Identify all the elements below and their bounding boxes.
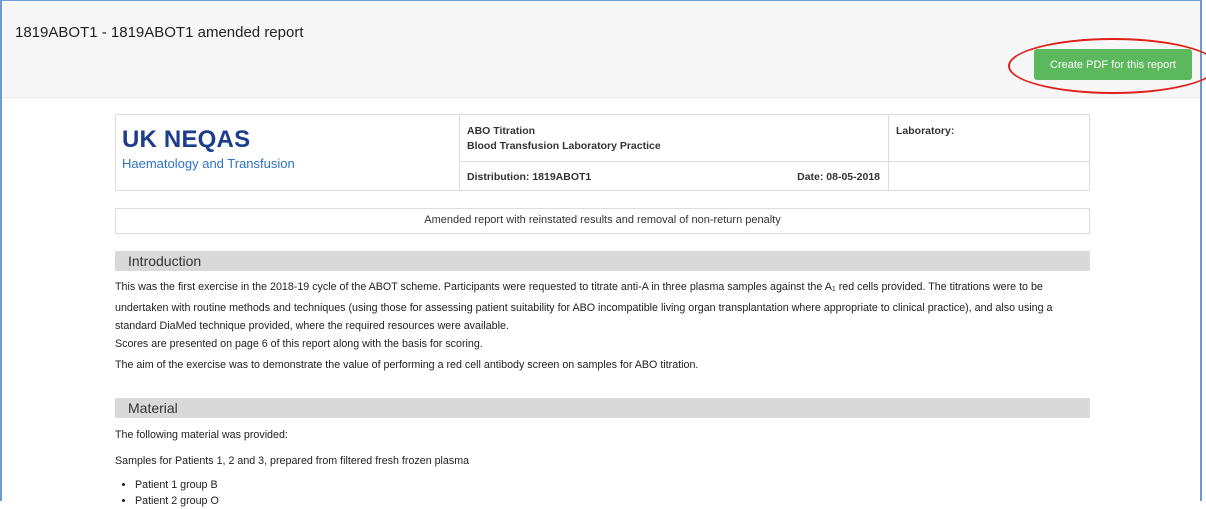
report-header-table: UK NEQAS Haematology and Transfusion ABO… (115, 114, 1090, 191)
section-heading-material: Material (115, 398, 1090, 418)
distribution-label: Distribution: 1819ABOT1 (467, 171, 592, 183)
scheme-cell: ABO Titration Blood Transfusion Laborato… (459, 115, 889, 190)
logo-subtitle: Haematology and Transfusion (122, 156, 295, 171)
list-item: Patient 2 group O (135, 493, 219, 509)
laboratory-cell: Laboratory: (889, 115, 1089, 190)
intro-paragraph: This was the first exercise in the 2018-… (115, 281, 1053, 350)
material-samples: Samples for Patients 1, 2 and 3, prepare… (115, 455, 470, 467)
page-title: 1819ABOT1 - 1819ABOT1 amended report (15, 24, 304, 41)
list-item: Patient 1 group B (135, 477, 219, 493)
create-pdf-button[interactable]: Create PDF for this report (1034, 49, 1192, 80)
aim-paragraph: The aim of the exercise was to demonstra… (115, 359, 699, 371)
section-heading-introduction: Introduction (115, 251, 1090, 271)
amend-notice: Amended report with reinstated results a… (115, 208, 1090, 234)
report-date: Date: 08-05-2018 (797, 171, 880, 183)
scheme-category: Blood Transfusion Laboratory Practice (467, 140, 661, 152)
report-toolbar: 1819ABOT1 - 1819ABOT1 amended report (2, 1, 1200, 98)
material-list: Patient 1 group B Patient 2 group O (115, 477, 219, 509)
uk-neqas-logo: UK NEQAS (122, 126, 251, 153)
logo-cell: UK NEQAS Haematology and Transfusion (116, 115, 460, 190)
laboratory-label: Laboratory: (896, 125, 955, 137)
scheme-name: ABO Titration (467, 125, 536, 137)
material-intro: The following material was provided: (115, 429, 288, 441)
scores-note: Scores are presented on page 6 of this r… (115, 338, 483, 350)
